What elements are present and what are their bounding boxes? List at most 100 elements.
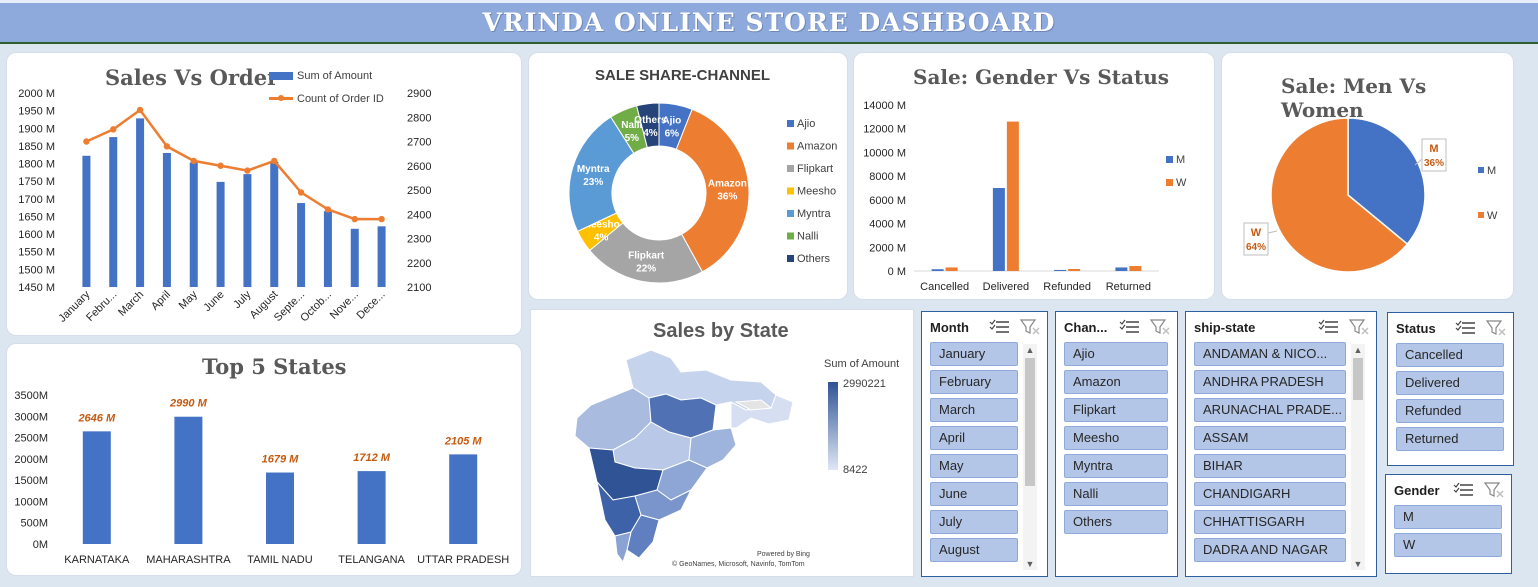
slice-percent-label: 4% <box>643 128 658 139</box>
multi-select-icon[interactable] <box>1119 319 1141 335</box>
slicer-item[interactable]: Amazon <box>1064 370 1168 394</box>
slicer-gender[interactable]: Gender M W <box>1385 474 1512 574</box>
slicer-month[interactable]: Month January February March April May J… <box>921 311 1048 577</box>
clear-filter-icon[interactable] <box>1483 482 1505 498</box>
top-states-card[interactable]: Top 5 States 3500M 3000M 2500M 2000M 1500M 10… <box>6 343 522 576</box>
slicer-status[interactable]: Status Cancelled Delivered Refunded Retu… <box>1387 312 1514 466</box>
y-tick-label: 2000 M <box>18 88 55 100</box>
clear-filter-icon[interactable] <box>1149 319 1171 335</box>
orders-point <box>271 157 278 165</box>
x-tick-label: Dece... <box>355 289 388 322</box>
slicer-item[interactable]: Myntra <box>1064 454 1168 478</box>
x-tick-label: Nove... <box>328 289 361 322</box>
sales-bar <box>162 152 171 287</box>
slicer-item[interactable]: Ajio <box>1064 342 1168 366</box>
scroll-up-icon[interactable]: ▲ <box>1351 344 1365 356</box>
y-tick-label: 1500M <box>14 475 48 487</box>
slicer-month-scrollbar[interactable]: ▲ ▼ <box>1023 344 1037 570</box>
multi-select-icon[interactable] <box>1453 482 1475 498</box>
y-tick-label: 2000 M <box>869 242 906 254</box>
sale-share-channel-card[interactable]: SALE SHARE-CHANNEL Ajio 6% Amazon 36% Flipka… <box>528 52 848 300</box>
slicer-item[interactable]: DADRA AND NAGAR <box>1194 538 1346 562</box>
scroll-up-icon[interactable]: ▲ <box>1023 344 1037 356</box>
slicer-item[interactable]: Delivered <box>1396 371 1504 395</box>
x-tick-label: Febru... <box>84 289 119 324</box>
slicer-item[interactable]: February <box>930 370 1018 394</box>
x-tick-label: UTTAR PRADESH <box>417 554 509 566</box>
sales-vs-order-card[interactable]: Sales Vs Order Sum of Amount Count of Or… <box>6 52 522 336</box>
slicer-month-title: Month <box>930 319 969 335</box>
slice-percent-label: 36% <box>717 192 737 203</box>
slicer-item[interactable]: ASSAM <box>1194 426 1346 450</box>
multi-select-icon[interactable] <box>989 319 1011 335</box>
status-bar <box>1006 121 1019 271</box>
slicer-item[interactable]: Cancelled <box>1396 343 1504 367</box>
y-tick-label: 1600 M <box>18 229 55 241</box>
gender-status-chart: 14000 M 12000 M 10000 M 8000 M 6000 M 4000 M 2… <box>863 100 1187 293</box>
y-tick-label: 1550 M <box>18 247 55 259</box>
y2-tick-label: 2400 <box>407 209 431 221</box>
state-value-label: 2646 M <box>77 412 116 424</box>
orders-point <box>163 143 171 150</box>
slicer-item[interactable]: ANDHRA PRADESH <box>1194 370 1346 394</box>
legend-label: W <box>1487 210 1498 222</box>
sales-bar <box>270 161 279 287</box>
x-tick-label: Returned <box>1106 281 1151 293</box>
slicer-item[interactable]: March <box>930 398 1018 422</box>
orders-point <box>378 215 385 223</box>
slicer-item[interactable]: August <box>930 538 1018 562</box>
slicer-ship-state-scrollbar[interactable]: ▲ ▼ <box>1351 344 1365 570</box>
clear-filter-icon[interactable] <box>1019 319 1041 335</box>
state-bar <box>266 472 294 544</box>
slicer-item[interactable]: BIHAR <box>1194 454 1346 478</box>
slicer-channel[interactable]: Chan... Ajio Amazon Flipkart Meesho Mynt… <box>1055 311 1178 577</box>
status-bar <box>945 267 958 271</box>
gender-status-card[interactable]: Sale: Gender Vs Status 14000 M 12000 M 100… <box>853 52 1215 300</box>
state-value-label: 1679 M <box>262 454 300 466</box>
map-attribution: © GeoNames, Microsoft, Navinfo, TomTom <box>672 561 805 568</box>
y-tick-label: 10000 M <box>863 147 906 159</box>
slicer-status-title: Status <box>1396 320 1436 336</box>
clear-filter-icon[interactable] <box>1485 320 1507 336</box>
dashboard-title: VRINDA ONLINE STORE DASHBOARD <box>482 8 1056 37</box>
slicer-item[interactable]: April <box>930 426 1018 450</box>
slicer-item[interactable]: CHHATTISGARH <box>1194 510 1346 534</box>
slicer-item[interactable]: July <box>930 510 1018 534</box>
y2-tick-label: 2100 <box>407 282 431 294</box>
legend-swatch <box>1478 212 1484 218</box>
slicer-item[interactable]: Others <box>1064 510 1168 534</box>
y-tick-label: 1950 M <box>18 106 55 118</box>
men-women-card[interactable]: Sale: Men Vs Women M 36% W 64% M W <box>1221 52 1514 300</box>
slicer-item[interactable]: Returned <box>1396 427 1504 451</box>
scroll-down-icon[interactable]: ▼ <box>1023 558 1037 570</box>
multi-select-icon[interactable] <box>1455 320 1477 336</box>
slicer-item[interactable]: June <box>930 482 1018 506</box>
x-tick-label: TAMIL NADU <box>247 554 312 566</box>
slicer-item[interactable]: W <box>1394 533 1502 557</box>
slicer-item[interactable]: ANDAMAN & NICO... <box>1194 342 1346 366</box>
slicer-item[interactable]: January <box>930 342 1018 366</box>
slicer-item[interactable]: May <box>930 454 1018 478</box>
slicer-item[interactable]: Refunded <box>1396 399 1504 423</box>
scroll-thumb[interactable] <box>1353 358 1363 400</box>
slicer-item[interactable]: Nalli <box>1064 482 1168 506</box>
slicer-item[interactable]: ARUNACHAL PRADE... <box>1194 398 1346 422</box>
slicer-item[interactable]: M <box>1394 505 1502 529</box>
legend-label: M <box>1487 165 1496 177</box>
scroll-down-icon[interactable]: ▼ <box>1351 558 1365 570</box>
orders-point <box>297 189 305 196</box>
legend-label: Nalli <box>797 231 818 243</box>
slicer-item[interactable]: Flipkart <box>1064 398 1168 422</box>
slicer-ship-state[interactable]: ship-state ANDAMAN & NICO... ANDHRA PRAD… <box>1185 311 1377 577</box>
x-tick-label: March <box>116 289 146 319</box>
slicer-item[interactable]: Meesho <box>1064 426 1168 450</box>
scroll-thumb[interactable] <box>1025 358 1035 486</box>
legend-label: Others <box>797 253 831 265</box>
multi-select-icon[interactable] <box>1318 319 1340 335</box>
sales-by-state-card[interactable]: Sales by State Sum of Amount 2990221 842… <box>530 309 914 577</box>
clear-filter-icon[interactable] <box>1348 319 1370 335</box>
slicer-item[interactable]: CHANDIGARH <box>1194 482 1346 506</box>
y-tick-label: 1850 M <box>18 141 55 153</box>
sales-bar <box>350 228 359 287</box>
orders-point <box>190 157 197 165</box>
